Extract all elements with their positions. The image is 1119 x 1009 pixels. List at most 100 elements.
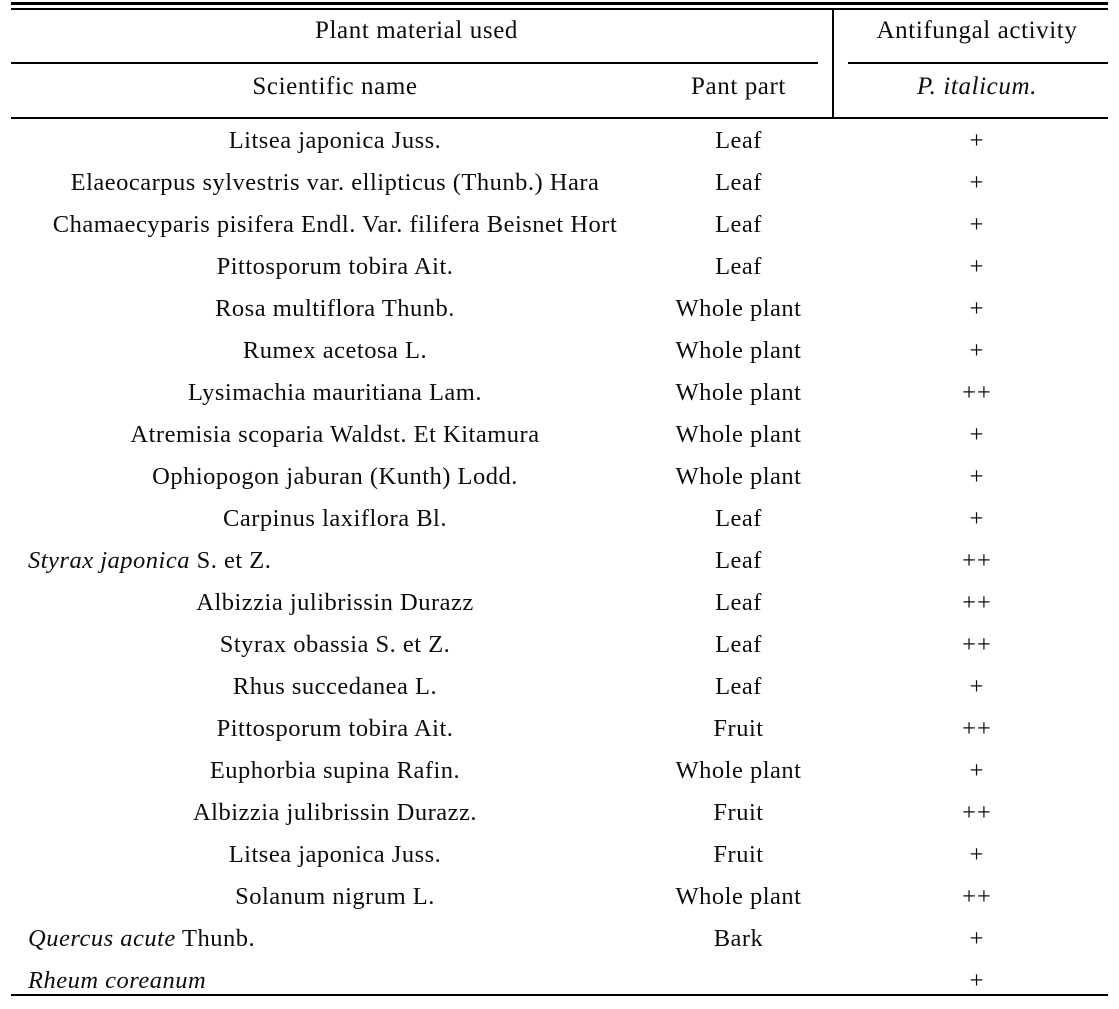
cell-antifungal-activity: + <box>969 337 985 364</box>
cell-plant-part: Whole plant <box>675 295 802 322</box>
header-plant-part: Pant part <box>691 73 786 100</box>
cell-plant-part: Bark <box>713 925 764 952</box>
cell-antifungal-activity: + <box>969 505 985 532</box>
cell-antifungal-activity: + <box>969 967 985 994</box>
cell-antifungal-activity: ++ <box>962 379 992 406</box>
scientific-name-roman-part: Litsea japonica Juss. <box>228 841 442 868</box>
cell-scientific-name: Euphorbia supina Rafin. <box>11 754 659 788</box>
cell-scientific-name: Styrax japonica S. et Z. <box>11 544 659 578</box>
cell-antifungal-activity: + <box>969 841 985 868</box>
cell-antifungal-activity: + <box>969 127 985 154</box>
cell-scientific-name: Rhus succedanea L. <box>11 670 659 704</box>
cell-antifungal-activity: + <box>969 757 985 784</box>
header-column-row: Scientific name Pant part P. italicum. <box>0 70 1119 114</box>
cell-plant-part: Leaf <box>715 631 762 658</box>
cell-scientific-name: Solanum nigrum L. <box>11 880 659 914</box>
cell-scientific-name: Elaeocarpus sylvestris var. ellipticus (… <box>11 166 659 200</box>
cell-plant-part: Whole plant <box>675 883 802 910</box>
cell-scientific-name: Styrax obassia S. et Z. <box>11 628 659 662</box>
cell-plant-part: Whole plant <box>675 757 802 784</box>
scientific-name-roman-part: Euphorbia supina Rafin. <box>209 757 461 784</box>
cell-scientific-name: Litsea japonica Juss. <box>11 124 659 158</box>
cell-antifungal-activity: + <box>969 421 985 448</box>
cell-plant-part: Fruit <box>713 715 764 742</box>
table-row: Styrax obassia S. et Z. Leaf ++ <box>0 625 1119 667</box>
header-rule-right-segment <box>848 62 1108 64</box>
scientific-name-roman-part: Albizzia julibrissin Durazz. <box>192 799 478 826</box>
cell-antifungal-activity: + <box>969 211 985 238</box>
antifungal-activity-table: Plant material used Antifungal activity … <box>0 0 1119 1009</box>
table-row: Styrax japonica S. et Z. Leaf ++ <box>0 541 1119 583</box>
cell-plant-part: Leaf <box>715 673 762 700</box>
table-row: Euphorbia supina Rafin. Whole plant + <box>0 751 1119 793</box>
cell-scientific-name: Carpinus laxiflora Bl. <box>11 502 659 536</box>
cell-plant-part: Leaf <box>715 211 762 238</box>
table-row: Rumex acetosa L. Whole plant + <box>0 331 1119 373</box>
table-row: Ophiopogon jaburan (Kunth) Lodd. Whole pl… <box>0 457 1119 499</box>
cell-scientific-name: Pittosporum tobira Ait. <box>11 712 659 746</box>
scientific-name-italic-part: Styrax japonica <box>28 547 190 574</box>
scientific-name-roman-part: Rumex acetosa L. <box>242 337 428 364</box>
cell-scientific-name: Albizzia julibrissin Durazz. <box>11 796 659 830</box>
scientific-name-roman-part: Rhus succedanea L. <box>232 673 438 700</box>
cell-antifungal-activity: + <box>969 673 985 700</box>
header-organism-p-italicum: P. italicum. <box>917 73 1037 100</box>
cell-plant-part: Leaf <box>715 505 762 532</box>
cell-scientific-name: Pittosporum tobira Ait. <box>11 250 659 284</box>
cell-antifungal-activity: ++ <box>962 715 992 742</box>
cell-plant-part: Fruit <box>713 841 764 868</box>
table-row: Albizzia julibrissin Durazz Leaf ++ <box>0 583 1119 625</box>
cell-antifungal-activity: ++ <box>962 547 992 574</box>
scientific-name-italic-part: Rheum coreanum <box>28 967 207 994</box>
cell-plant-part: Leaf <box>715 547 762 574</box>
header-plant-material-used: Plant material used <box>314 17 518 44</box>
cell-plant-part: Whole plant <box>675 337 802 364</box>
cell-scientific-name: Albizzia julibrissin Durazz <box>11 586 659 620</box>
table-row: Solanum nigrum L. Whole plant ++ <box>0 877 1119 919</box>
scientific-name-roman-part: Albizzia julibrissin Durazz <box>196 589 474 616</box>
cell-antifungal-activity: + <box>969 463 985 490</box>
header-body-separator-rule <box>11 117 1108 119</box>
table-top-rule-inner <box>11 8 1108 10</box>
cell-plant-part: Whole plant <box>675 421 802 448</box>
table-row: Quercus acute Thunb. Bark + <box>0 919 1119 961</box>
header-scientific-name: Scientific name <box>252 73 418 100</box>
cell-scientific-name: Litsea japonica Juss. <box>11 838 659 872</box>
cell-antifungal-activity: + <box>969 295 985 322</box>
cell-antifungal-activity: ++ <box>962 799 992 826</box>
cell-plant-part: Whole plant <box>675 379 802 406</box>
scientific-name-roman-part: Elaeocarpus sylvestris var. ellipticus (… <box>70 169 600 196</box>
cell-scientific-name: Chamaecyparis pisifera Endl. Var. filife… <box>11 208 659 242</box>
cell-scientific-name: Rosa multiflora Thunb. <box>11 292 659 326</box>
table-row: Pittosporum tobira Ait. Fruit ++ <box>0 709 1119 751</box>
scientific-name-roman-part: Rosa multiflora Thunb. <box>215 295 455 322</box>
scientific-name-roman-part: Atremisia scoparia Waldst. Et Kitamura <box>130 421 540 448</box>
scientific-name-roman-part: Ophiopogon jaburan (Kunth) Lodd. <box>152 463 518 490</box>
table-row: Litsea japonica Juss. Fruit + <box>0 835 1119 877</box>
cell-plant-part: Leaf <box>715 253 762 280</box>
table-row: Rosa multiflora Thunb. Whole plant + <box>0 289 1119 331</box>
table-row: Lysimachia mauritiana Lam. Whole plant ++ <box>0 373 1119 415</box>
scientific-name-roman-part: Solanum nigrum L. <box>235 883 435 910</box>
cell-scientific-name: Atremisia scoparia Waldst. Et Kitamura <box>11 418 659 452</box>
table-row: Elaeocarpus sylvestris var. ellipticus (… <box>0 163 1119 205</box>
scientific-name-roman-part: Chamaecyparis pisifera Endl. Var. filife… <box>52 211 618 238</box>
scientific-name-roman-part: Pittosporum tobira Ait. <box>216 715 454 742</box>
cell-antifungal-activity: ++ <box>962 631 992 658</box>
table-row: Rheum coreanum + <box>0 961 1119 1003</box>
cell-plant-part: Fruit <box>713 799 764 826</box>
cell-scientific-name: Rheum coreanum <box>11 964 659 998</box>
table-top-rule-outer <box>11 2 1108 5</box>
cell-antifungal-activity: ++ <box>962 589 992 616</box>
cell-scientific-name: Rumex acetosa L. <box>11 334 659 368</box>
table-row: Litsea japonica Juss. Leaf + <box>0 121 1119 163</box>
scientific-name-italic-part: Quercus acute <box>28 925 176 952</box>
header-rule-left-segment <box>11 62 818 64</box>
scientific-name-roman-part: Carpinus laxiflora Bl. <box>223 505 447 532</box>
cell-plant-part: Whole plant <box>675 463 802 490</box>
table-row: Rhus succedanea L. Leaf + <box>0 667 1119 709</box>
table-row: Atremisia scoparia Waldst. Et Kitamura Wh… <box>0 415 1119 457</box>
cell-antifungal-activity: + <box>969 253 985 280</box>
cell-scientific-name: Quercus acute Thunb. <box>11 922 659 956</box>
cell-plant-part: Leaf <box>715 127 762 154</box>
